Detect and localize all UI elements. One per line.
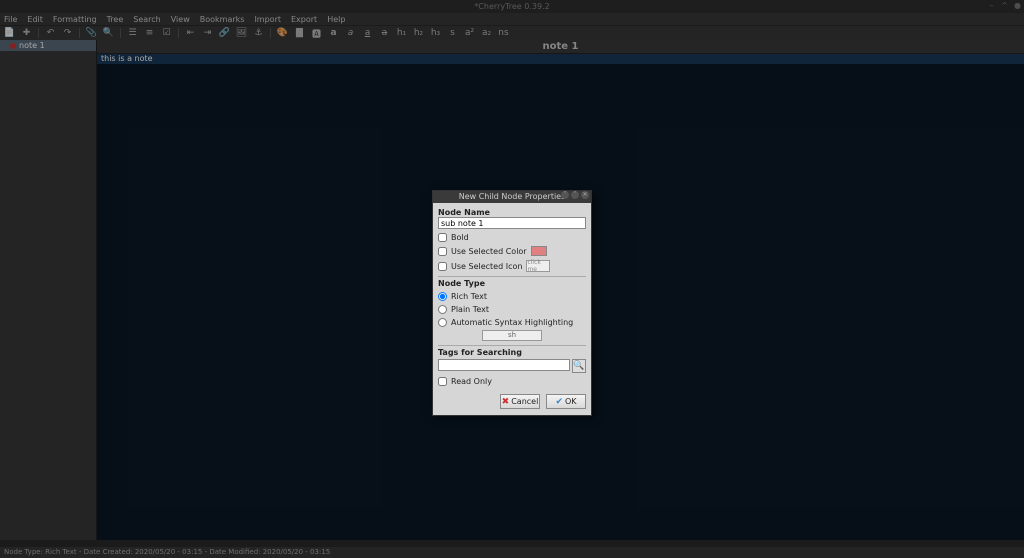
use-color-checkbox[interactable] (438, 247, 447, 256)
search-icon: 🔍 (573, 361, 584, 371)
tags-label: Tags for Searching (438, 348, 586, 357)
use-color-label: Use Selected Color (451, 247, 527, 256)
auto-syntax-radio[interactable] (438, 318, 447, 327)
node-name-input[interactable] (438, 217, 586, 229)
tags-input[interactable] (438, 359, 570, 371)
color-swatch[interactable] (531, 246, 547, 256)
readonly-checkbox[interactable] (438, 377, 447, 386)
rich-text-label: Rich Text (451, 292, 487, 301)
tags-search-button[interactable]: 🔍 (572, 359, 586, 373)
use-icon-label: Use Selected Icon (451, 262, 522, 271)
node-type-label: Node Type (438, 279, 586, 288)
cancel-label: Cancel (511, 397, 538, 406)
node-name-label: Node Name (438, 208, 586, 217)
dialog-title: New Child Node Properties (459, 192, 566, 201)
rich-text-radio[interactable] (438, 292, 447, 301)
icon-picker-button[interactable]: click me (526, 260, 550, 272)
bold-checkbox[interactable] (438, 233, 447, 242)
auto-syntax-label: Automatic Syntax Highlighting (451, 318, 573, 327)
plain-text-label: Plain Text (451, 305, 489, 314)
dialog-separator (438, 276, 586, 277)
bold-label: Bold (451, 233, 469, 242)
dialog-collapse-button[interactable]: ˅ (561, 191, 569, 199)
plain-text-radio[interactable] (438, 305, 447, 314)
ok-button[interactable]: ✔ OK (546, 394, 586, 409)
dialog-separator (438, 345, 586, 346)
ok-icon: ✔ (555, 397, 563, 407)
cancel-button[interactable]: ✖ Cancel (500, 394, 540, 409)
use-icon-checkbox[interactable] (438, 262, 447, 271)
dialog-close-button[interactable]: ✕ (581, 191, 589, 199)
readonly-label: Read Only (451, 377, 492, 386)
dialog-expand-button[interactable]: ˄ (571, 191, 579, 199)
dialog-titlebar[interactable]: New Child Node Properties ˅ ˄ ✕ (433, 191, 591, 203)
cancel-icon: ✖ (502, 397, 510, 407)
syntax-lang-select[interactable]: sh (482, 330, 542, 341)
new-child-node-dialog: New Child Node Properties ˅ ˄ ✕ Node Nam… (432, 190, 592, 416)
ok-label: OK (565, 397, 577, 406)
